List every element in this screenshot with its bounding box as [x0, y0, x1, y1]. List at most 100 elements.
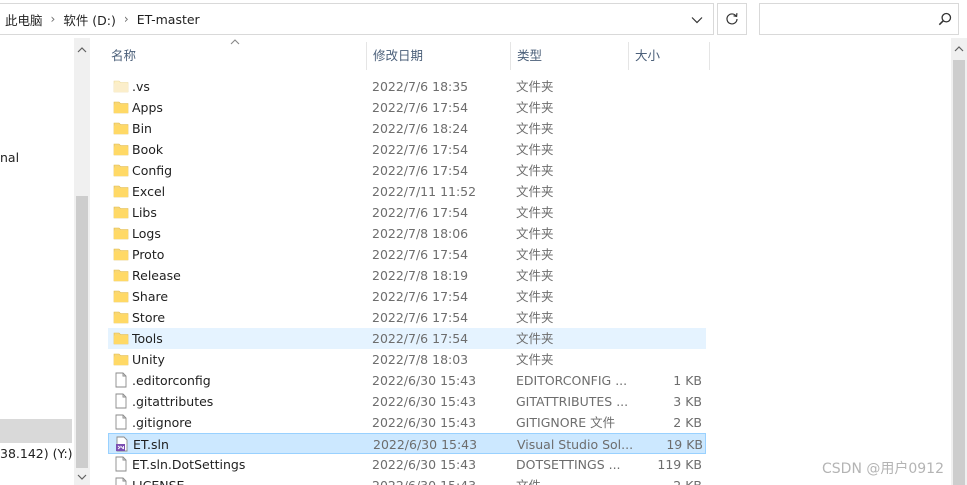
table-row[interactable]: Tools 2022/7/6 17:54 文件夹: [108, 328, 706, 349]
file-name: Release: [132, 268, 181, 283]
file-type: 文件夹: [516, 142, 554, 157]
nav-scrollbar[interactable]: [74, 38, 90, 485]
folder-icon: [113, 267, 129, 283]
file-modified-date: 2022/7/6 17:54: [372, 163, 469, 178]
file-size: 19 KB: [666, 437, 703, 452]
search-icon[interactable]: [938, 12, 952, 26]
file-type: GITIGNORE 文件: [516, 415, 616, 430]
table-row[interactable]: Proto 2022/7/6 17:54 文件夹: [108, 244, 706, 265]
scroll-up-icon[interactable]: [77, 47, 87, 53]
file-size: [632, 223, 702, 244]
nav-scrollbar-thumb[interactable]: [76, 196, 88, 468]
folder-icon: [113, 309, 129, 325]
table-row[interactable]: Config 2022/7/6 17:54 文件夹: [108, 160, 706, 181]
folder-icon: [113, 120, 129, 136]
table-row[interactable]: Logs 2022/7/8 18:06 文件夹: [108, 223, 706, 244]
file-name: Share: [132, 289, 169, 304]
file-modified-date: 2022/6/30 15:43: [373, 437, 478, 452]
table-row[interactable]: Libs 2022/7/6 17:54 文件夹: [108, 202, 706, 223]
table-row[interactable]: .vs 2022/7/6 18:35 文件夹: [108, 76, 706, 97]
breadcrumb-separator-icon[interactable]: ›: [49, 12, 58, 26]
file-icon: [113, 456, 129, 472]
file-modified-date: 2022/7/8 18:19: [372, 268, 469, 283]
table-row[interactable]: .editorconfig 2022/6/30 15:43 EDITORCONFIG…: [108, 370, 706, 391]
column-header-date[interactable]: 修改日期: [366, 42, 510, 70]
table-row[interactable]: ET.sln 2022/6/30 15:43 Visual Studio Sol..…: [108, 433, 706, 454]
file-name: Libs: [132, 205, 157, 220]
table-row[interactable]: Book 2022/7/6 17:54 文件夹: [108, 139, 706, 160]
breadcrumb-this-pc[interactable]: 此电脑: [0, 10, 49, 29]
folder-light-icon: [113, 78, 129, 94]
file-size: 2 KB: [632, 475, 702, 485]
column-header-size[interactable]: 大小: [628, 42, 709, 70]
file-name: .vs: [132, 79, 150, 94]
breadcrumb-drive-d[interactable]: 软件 (D:): [57, 10, 122, 29]
folder-icon: [113, 99, 129, 115]
folder-icon: [113, 141, 129, 157]
breadcrumb-et-master[interactable]: ET-master: [131, 12, 206, 27]
column-header-type[interactable]: 类型: [510, 42, 628, 70]
file-type: 文件夹: [516, 289, 554, 304]
file-type: 文件夹: [516, 79, 554, 94]
column-divider[interactable]: [709, 42, 710, 70]
column-header-name[interactable]: 名称: [104, 42, 366, 70]
file-modified-date: 2022/7/8 18:03: [372, 352, 469, 367]
file-modified-date: 2022/6/30 15:43: [372, 457, 477, 472]
folder-icon: [113, 288, 129, 304]
file-modified-date: 2022/7/8 18:06: [372, 226, 469, 241]
folder-icon: [113, 204, 129, 220]
folder-icon: [113, 246, 129, 262]
refresh-button[interactable]: [717, 3, 747, 35]
file-list-scrollbar-thumb[interactable]: [953, 60, 965, 485]
file-type: Visual Studio Sol...: [517, 437, 632, 452]
table-row[interactable]: Excel 2022/7/11 11:52 文件夹: [108, 181, 706, 202]
scroll-down-icon[interactable]: [77, 474, 87, 480]
file-modified-date: 2022/7/6 17:54: [372, 331, 469, 346]
table-row[interactable]: Release 2022/7/8 18:19 文件夹: [108, 265, 706, 286]
file-explorer-window: 此电脑 › 软件 (D:) › ET-master nal 38.142) (Y…: [0, 0, 967, 485]
file-name: Tools: [132, 331, 163, 346]
table-row[interactable]: .gitattributes 2022/6/30 15:43 GITATTRIBUT…: [108, 391, 706, 412]
search-input[interactable]: [759, 3, 959, 35]
table-row[interactable]: Bin 2022/7/6 18:24 文件夹: [108, 118, 706, 139]
file-name: Book: [132, 142, 164, 157]
folder-icon: [113, 330, 129, 346]
address-history-button[interactable]: [688, 12, 706, 28]
table-row[interactable]: ET.sln.DotSettings 2022/6/30 15:43 DOTSETT…: [108, 454, 706, 475]
table-row[interactable]: .gitignore 2022/6/30 15:43 GITIGNORE 文件 2 K…: [108, 412, 706, 433]
column-headers: 名称 修改日期 类型 大小: [104, 39, 710, 70]
nav-selected-background: [0, 419, 72, 443]
file-name: LICENSE: [132, 475, 362, 485]
scroll-up-icon[interactable]: [954, 46, 964, 52]
file-type: 文件夹: [516, 184, 554, 199]
file-name: Apps: [132, 100, 163, 115]
file-type: 文件夹: [516, 331, 554, 346]
file-modified-date: 2022/6/30 15:43: [372, 373, 477, 388]
file-size: 2 KB: [673, 415, 702, 430]
file-size: [632, 349, 702, 370]
file-type: 文件夹: [516, 247, 554, 262]
file-name: ET.sln: [133, 437, 169, 452]
file-name: ET.sln.DotSettings: [132, 457, 246, 472]
nav-item-partial[interactable]: nal: [0, 150, 19, 165]
file-list-scrollbar[interactable]: [951, 38, 967, 485]
file-name: .gitignore: [132, 415, 192, 430]
table-row[interactable]: Store 2022/7/6 17:54 文件夹: [108, 307, 706, 328]
file-size: 1 KB: [673, 373, 702, 388]
folder-icon: [113, 351, 129, 367]
file-name: Excel: [132, 184, 166, 199]
table-row[interactable]: Apps 2022/7/6 17:54 文件夹: [108, 97, 706, 118]
file-modified-date: 2022/7/6 17:54: [372, 100, 469, 115]
address-bar[interactable]: 此电脑 › 软件 (D:) › ET-master: [0, 3, 714, 35]
table-row[interactable]: Share 2022/7/6 17:54 文件夹: [108, 286, 706, 307]
breadcrumb-separator-icon[interactable]: ›: [122, 12, 131, 26]
table-row[interactable]: LICENSE 2022/6/30 15:43 文件2 KB: [108, 475, 706, 485]
table-row[interactable]: Unity 2022/7/8 18:03 文件夹: [108, 349, 706, 370]
file-type: 文件夹: [516, 268, 554, 283]
file-modified-date: 2022/7/11 11:52: [372, 184, 477, 199]
file-modified-date: 2022/6/30 15:43: [372, 394, 477, 409]
nav-item-network-drive-y[interactable]: 38.142) (Y:): [0, 446, 73, 461]
file-size: [632, 265, 702, 286]
file-size: [632, 160, 702, 181]
folder-icon: [113, 162, 129, 178]
